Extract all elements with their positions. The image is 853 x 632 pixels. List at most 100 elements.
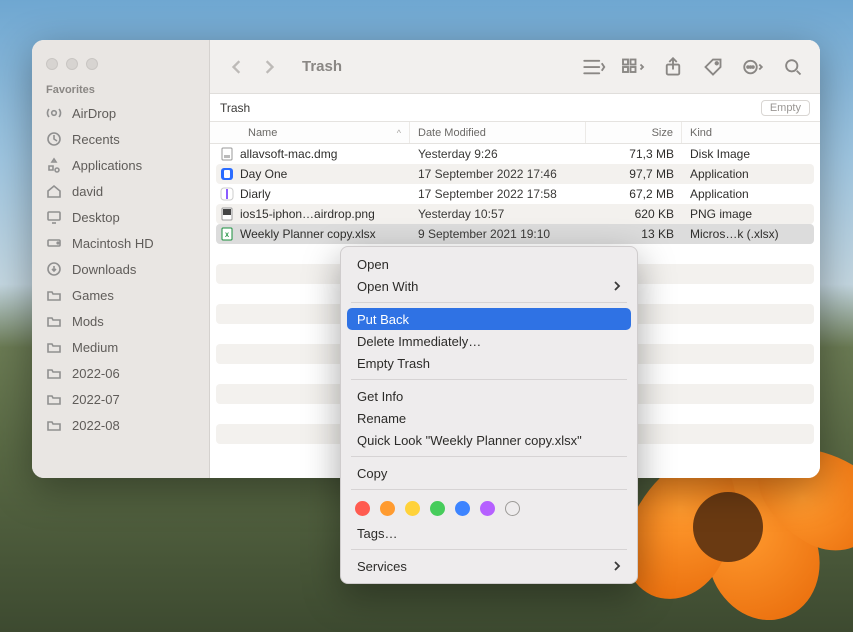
- file-name: Weekly Planner copy.xlsx: [240, 227, 376, 241]
- tag-blue[interactable]: [455, 501, 470, 516]
- zoom-button[interactable]: [86, 58, 98, 70]
- sidebar-item-mods[interactable]: Mods: [32, 308, 209, 334]
- sidebar-item-2022-07[interactable]: 2022-07: [32, 386, 209, 412]
- file-name: Diarly: [240, 187, 271, 201]
- empty-trash-button[interactable]: Empty: [761, 100, 810, 116]
- file-size: 97,7 MB: [586, 167, 682, 181]
- sidebar-item-2022-08[interactable]: 2022-08: [32, 412, 209, 438]
- share-button[interactable]: [660, 57, 686, 77]
- ctx-put-back[interactable]: Put Back: [347, 308, 631, 330]
- folder-icon: [46, 391, 62, 407]
- ctx-rename[interactable]: Rename: [347, 407, 631, 429]
- tag-button[interactable]: [700, 57, 726, 77]
- ctx-label: Copy: [357, 466, 387, 481]
- xlsx-icon: X: [220, 227, 234, 241]
- window-title: Trash: [302, 58, 342, 75]
- home-icon: [46, 183, 62, 199]
- tag-green[interactable]: [430, 501, 445, 516]
- ctx-copy[interactable]: Copy: [347, 462, 631, 484]
- ctx-label: Rename: [357, 411, 406, 426]
- folder-icon: [46, 313, 62, 329]
- ctx-label: Open: [357, 257, 389, 272]
- tag-red[interactable]: [355, 501, 370, 516]
- file-size: 13 KB: [586, 227, 682, 241]
- ctx-label: Get Info: [357, 389, 403, 404]
- hdd-icon: [46, 235, 62, 251]
- ctx-label: Put Back: [357, 312, 409, 327]
- context-menu: Open Open With Put Back Delete Immediate…: [340, 246, 638, 584]
- ctx-get-info[interactable]: Get Info: [347, 385, 631, 407]
- apps-icon: [46, 157, 62, 173]
- ctx-separator: [351, 456, 627, 457]
- ctx-tag-colors: [347, 495, 631, 522]
- file-kind: Micros…k (.xlsx): [682, 227, 814, 241]
- minimize-button[interactable]: [66, 58, 78, 70]
- clock-icon: [46, 131, 62, 147]
- sidebar-item-downloads[interactable]: Downloads: [32, 256, 209, 282]
- column-name-label: Name: [248, 127, 277, 139]
- ctx-separator: [351, 302, 627, 303]
- column-kind[interactable]: Kind: [682, 122, 820, 143]
- folder-icon: [46, 339, 62, 355]
- sidebar-item-medium[interactable]: Medium: [32, 334, 209, 360]
- sidebar-item-home[interactable]: david: [32, 178, 209, 204]
- sidebar-item-recents[interactable]: Recents: [32, 126, 209, 152]
- sidebar-item-applications[interactable]: Applications: [32, 152, 209, 178]
- column-name[interactable]: Name ^: [210, 122, 410, 143]
- folder-icon: [46, 365, 62, 381]
- ctx-label: Empty Trash: [357, 356, 430, 371]
- ctx-open-with[interactable]: Open With: [347, 275, 631, 297]
- column-date[interactable]: Date Modified: [410, 122, 586, 143]
- sidebar-item-label: Macintosh HD: [72, 236, 154, 251]
- sidebar-item-2022-06[interactable]: 2022-06: [32, 360, 209, 386]
- image-icon: [220, 207, 234, 221]
- file-name: ios15-iphon…airdrop.png: [240, 207, 375, 221]
- ctx-delete-immediately[interactable]: Delete Immediately…: [347, 330, 631, 352]
- table-row[interactable]: ios15-iphon…airdrop.png Yesterday 10:57 …: [216, 204, 814, 224]
- file-kind: PNG image: [682, 207, 814, 221]
- file-kind: Application: [682, 187, 820, 201]
- folder-icon: [46, 287, 62, 303]
- search-button[interactable]: [780, 57, 806, 77]
- column-kind-label: Kind: [690, 127, 712, 139]
- table-row[interactable]: allavsoft-mac.dmg Yesterday 9:26 71,3 MB…: [210, 144, 820, 164]
- table-row[interactable]: Diarly 17 September 2022 17:58 67,2 MB A…: [210, 184, 820, 204]
- ctx-tags[interactable]: Tags…: [347, 522, 631, 544]
- ctx-services[interactable]: Services: [347, 555, 631, 577]
- column-size[interactable]: Size: [586, 122, 682, 143]
- column-headers: Name ^ Date Modified Size Kind: [210, 122, 820, 144]
- window-controls: [32, 50, 209, 84]
- sidebar-item-label: Desktop: [72, 210, 120, 225]
- ctx-empty-trash[interactable]: Empty Trash: [347, 352, 631, 374]
- ctx-label: Tags…: [357, 526, 397, 541]
- tag-orange[interactable]: [380, 501, 395, 516]
- sidebar-item-desktop[interactable]: Desktop: [32, 204, 209, 230]
- desktop-icon: [46, 209, 62, 225]
- ctx-separator: [351, 379, 627, 380]
- tag-purple[interactable]: [480, 501, 495, 516]
- sidebar-section-label: Favorites: [32, 84, 209, 100]
- ctx-open[interactable]: Open: [347, 253, 631, 275]
- table-row[interactable]: Day One 17 September 2022 17:46 97,7 MB …: [216, 164, 814, 184]
- tag-yellow[interactable]: [405, 501, 420, 516]
- sidebar-item-label: Applications: [72, 158, 142, 173]
- view-list-button[interactable]: [580, 57, 606, 77]
- ctx-quick-look[interactable]: Quick Look "Weekly Planner copy.xlsx": [347, 429, 631, 451]
- ctx-label: Open With: [357, 279, 418, 294]
- tag-none[interactable]: [505, 501, 520, 516]
- sidebar-item-games[interactable]: Games: [32, 282, 209, 308]
- table-row-selected[interactable]: X Weekly Planner copy.xlsx 9 September 2…: [216, 224, 814, 244]
- sidebar-item-label: Mods: [72, 314, 104, 329]
- dmg-icon: [220, 147, 234, 161]
- file-date: 17 September 2022 17:58: [410, 187, 586, 201]
- group-button[interactable]: [620, 57, 646, 77]
- close-button[interactable]: [46, 58, 58, 70]
- sidebar-item-airdrop[interactable]: AirDrop: [32, 100, 209, 126]
- ctx-separator: [351, 549, 627, 550]
- file-size: 620 KB: [586, 207, 682, 221]
- sidebar-item-label: Recents: [72, 132, 120, 147]
- back-button[interactable]: [230, 60, 244, 74]
- more-button[interactable]: [740, 57, 766, 77]
- forward-button[interactable]: [262, 60, 276, 74]
- sidebar-item-hdd[interactable]: Macintosh HD: [32, 230, 209, 256]
